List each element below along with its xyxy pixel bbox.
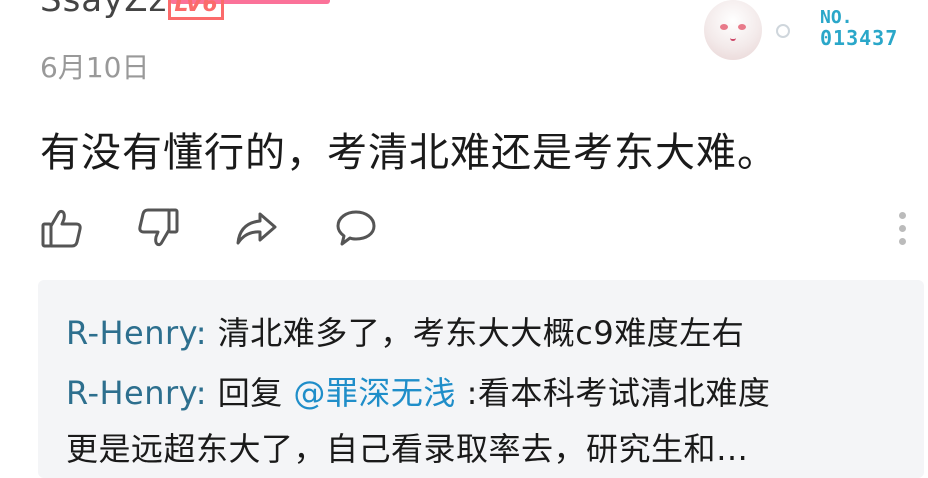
badge-no-value: 013437 [820,26,899,50]
avatar-eye [720,24,728,30]
comment-icon[interactable] [334,206,378,250]
thumb-up-icon[interactable] [40,206,84,250]
reply-text: :看本科考试清北难度 [455,374,771,412]
level-badge: LV6 [168,0,224,20]
reply-mention[interactable]: @罪深无浅 [293,374,456,412]
reply-item[interactable]: R-Henry: 清北难多了，考东大大概c9难度左右 [66,308,744,354]
avatar-ornament-icon [776,24,790,38]
reply-text-continued: 更是远超东大了，自己看录取率去，研究生和… [66,430,749,468]
reply-preview-box[interactable]: R-Henry: 清北难多了，考东大大概c9难度左右 R-Henry: 回复 @… [38,280,924,478]
comment-actions [40,206,910,254]
badge-no-label: NO. [820,7,853,28]
username[interactable]: SsayZz [40,0,167,20]
avatar[interactable] [704,0,762,60]
comment-date: 6月10日 [40,51,150,84]
reply-item[interactable]: R-Henry: 回复 @罪深无浅 :看本科考试清北难度 [66,368,770,414]
reply-author[interactable]: R-Henry: [66,374,207,412]
reply-prefix: 回复 [207,374,294,412]
reply-text: 清北难多了，考东大大概c9难度左右 [207,314,745,352]
avatar-decoration[interactable] [690,0,790,62]
share-icon[interactable] [234,206,278,250]
avatar-mouth [730,36,736,41]
thumb-down-icon[interactable] [136,206,180,250]
avatar-eye [738,24,746,30]
reply-author[interactable]: R-Henry: [66,314,207,352]
more-vertical-icon[interactable] [894,212,910,252]
fan-number-badge: NO. 013437 [820,7,899,50]
comment-text: 有没有懂行的，考清北难还是考东大难。 [40,130,778,176]
